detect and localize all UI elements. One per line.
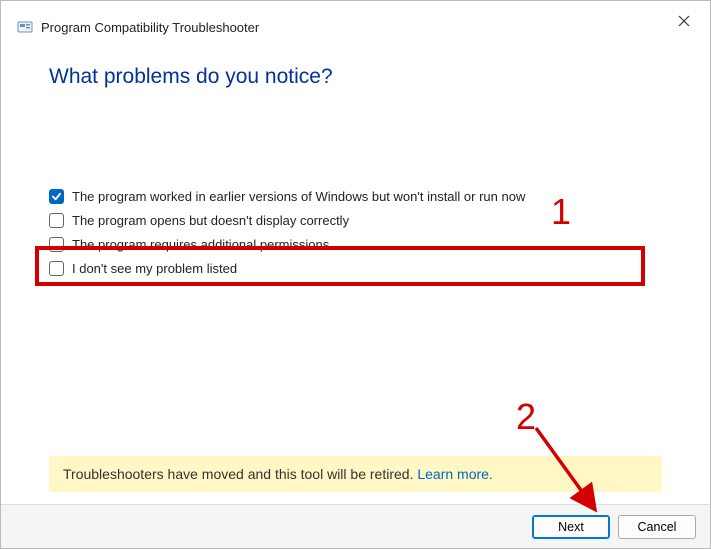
option-label: The program worked in earlier versions o… xyxy=(72,189,525,204)
checkbox-icon[interactable] xyxy=(49,237,64,252)
cancel-button-label: Cancel xyxy=(638,520,677,534)
option-row[interactable]: I don't see my problem listed xyxy=(49,261,662,276)
close-button[interactable] xyxy=(670,9,698,37)
option-label: I don't see my problem listed xyxy=(72,261,237,276)
checkbox-icon[interactable] xyxy=(49,261,64,276)
next-button[interactable]: Next xyxy=(532,515,610,539)
next-button-label: Next xyxy=(558,520,584,534)
notice-bar: Troubleshooters have moved and this tool… xyxy=(49,456,662,492)
checkbox-icon[interactable] xyxy=(49,189,64,204)
footer: Next Cancel xyxy=(1,504,710,548)
dialog-frame: Program Compatibility Troubleshooter Wha… xyxy=(0,0,711,549)
close-icon xyxy=(678,14,690,32)
option-row[interactable]: The program requires additional permissi… xyxy=(49,237,662,252)
notice-text: Troubleshooters have moved and this tool… xyxy=(63,466,417,482)
header: Program Compatibility Troubleshooter xyxy=(1,1,710,35)
option-label: The program opens but doesn't display co… xyxy=(72,213,349,228)
option-row[interactable]: The program worked in earlier versions o… xyxy=(49,189,662,204)
cancel-button[interactable]: Cancel xyxy=(618,515,696,539)
annotation-mark-2: 2 xyxy=(516,396,536,438)
content-area: What problems do you notice? The program… xyxy=(1,35,710,276)
checkbox-icon[interactable] xyxy=(49,213,64,228)
page-title: What problems do you notice? xyxy=(49,65,662,89)
dialog-title: Program Compatibility Troubleshooter xyxy=(41,20,259,35)
learn-more-link[interactable]: Learn more. xyxy=(417,466,492,482)
option-label: The program requires additional permissi… xyxy=(72,237,329,252)
option-row[interactable]: The program opens but doesn't display co… xyxy=(49,213,662,228)
option-list: The program worked in earlier versions o… xyxy=(49,189,662,276)
troubleshooter-icon xyxy=(17,19,33,35)
